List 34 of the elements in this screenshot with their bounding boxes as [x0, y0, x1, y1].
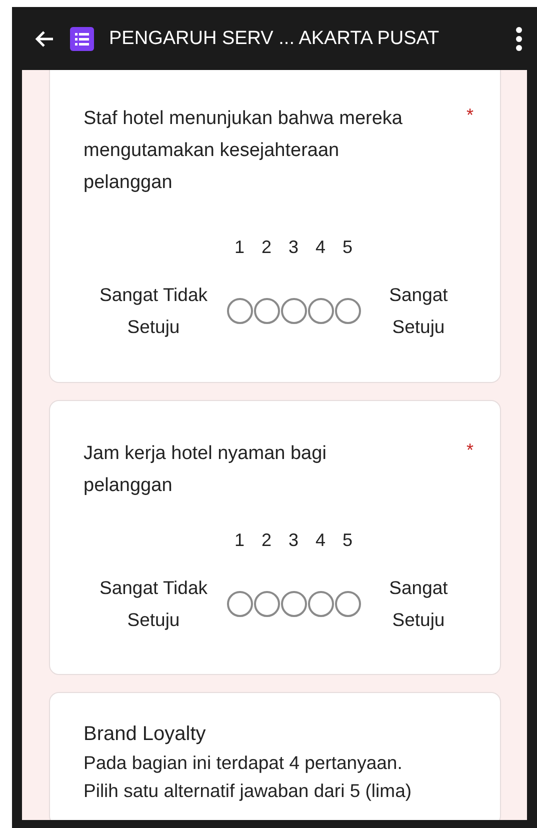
question-text: Jam kerja hotel nyaman bagi pelanggan — [84, 442, 328, 498]
scale-number: 2 — [260, 236, 272, 259]
question-text: Staf hotel menunjukan bahwa mereka mengutamakan kesejahteraan pelanggan — [84, 107, 404, 195]
radio-button[interactable] — [335, 591, 361, 617]
forms-app-icon — [70, 26, 94, 50]
scale-low-label: Sangat Tidak Setuju — [98, 283, 208, 339]
required-asterisk: * — [466, 440, 474, 461]
radio-button[interactable] — [335, 298, 361, 324]
radio-button[interactable] — [227, 298, 253, 324]
required-asterisk: * — [466, 105, 474, 126]
radio-button[interactable] — [308, 298, 334, 324]
scale-number: 4 — [314, 236, 326, 259]
scale-number: 1 — [233, 529, 246, 552]
radio-button[interactable] — [281, 298, 307, 324]
section-description: Pilih satu alternatif jawaban dari 5 (lima) — [84, 779, 413, 803]
radio-button[interactable] — [227, 591, 253, 617]
scale-number: 3 — [287, 236, 300, 259]
more-menu-icon[interactable] — [515, 26, 523, 52]
scale-high-label: Sangat Setuju — [388, 283, 449, 339]
scale-number: 5 — [341, 529, 354, 552]
scale-number: 1 — [233, 236, 246, 259]
scale-number: 2 — [260, 529, 272, 552]
radio-button[interactable] — [254, 591, 280, 617]
form-title: PENGARUH SERV ... AKARTA PUSAT — [109, 28, 440, 50]
radio-button[interactable] — [308, 591, 334, 617]
scale-low-label: Sangat Tidak Setuju — [98, 576, 208, 632]
scale-number: 5 — [341, 236, 354, 259]
scale-number: 4 — [314, 529, 326, 552]
scale-high-label: Sangat Setuju — [388, 576, 449, 632]
section-title: Brand Loyalty — [84, 722, 207, 747]
section-description: Pada bagian ini terdapat 4 pertanyaan. — [84, 751, 404, 775]
radio-button[interactable] — [281, 591, 307, 617]
radio-button[interactable] — [254, 298, 280, 324]
scale-number: 3 — [287, 529, 300, 552]
